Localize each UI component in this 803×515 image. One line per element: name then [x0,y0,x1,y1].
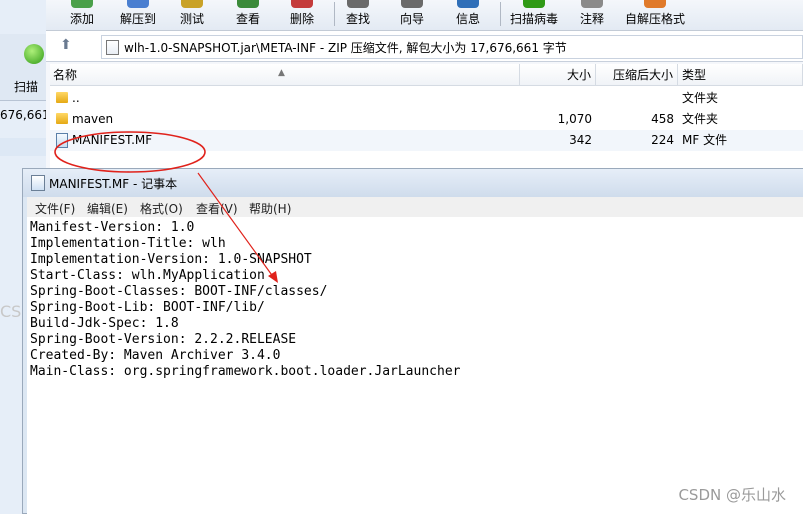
view-button[interactable]: 查看 [222,0,274,30]
comment-button[interactable]: 注释 [566,0,618,30]
menu-file[interactable]: 文件(F) [35,200,75,217]
extract-to-button[interactable]: 解压到 [112,0,164,30]
window-title: MANIFEST.MF - 记事本 [49,177,178,191]
extract-icon [127,0,149,8]
find-icon [347,0,369,8]
notepad-icon [31,175,45,191]
file-type: MF 文件 [682,133,728,147]
column-header-packed[interactable]: 压缩后大小 [596,64,678,86]
notepad-window: MANIFEST.MF - 记事本 文件(F) 编辑(E) 格式(O) 查看(V… [22,168,803,515]
file-name: maven [72,112,114,126]
menu-edit[interactable]: 编辑(E) [87,200,128,217]
file-size: 1,070 [557,112,592,126]
menu-help[interactable]: 帮助(H) [249,200,291,217]
file-name: MANIFEST.MF [72,133,153,147]
archive-file-icon [106,40,119,55]
notepad-title-bar[interactable]: MANIFEST.MF - 记事本 [23,169,803,197]
scan-virus-label: 扫描病毒 [509,12,558,26]
column-header-name-label: 名称 [53,68,78,82]
extract-to-label: 解压到 [119,12,156,26]
column-header-packed-label: 压缩后大小 [612,68,673,82]
wizard-icon [401,0,423,8]
file-type: 文件夹 [682,91,719,105]
delete-button[interactable]: 删除 [276,0,328,30]
list-item[interactable]: .. 文件夹 [50,88,803,109]
info-icon [457,0,479,8]
scan-virus-icon [523,0,545,8]
test-label: 测试 [179,12,204,26]
file-size: 342 [569,133,592,147]
sort-ascending-icon: ▲ [278,68,285,78]
info-label: 信息 [455,12,480,26]
toolbar-separator [500,2,501,26]
test-button[interactable]: 测试 [166,0,218,30]
view-icon [237,0,259,8]
wizard-button[interactable]: 向导 [386,0,438,30]
path-text: wlh-1.0-SNAPSHOT.jar\META-INF - ZIP 压缩文件… [124,41,567,55]
toolbar: 添加 解压到 测试 查看 删除 查找 向导 信息 扫描病毒 注释 自解压格式 [46,0,803,31]
wizard-label: 向导 [399,12,424,26]
folder-icon [56,113,68,124]
find-label: 查找 [345,12,370,26]
background-size-text: 676,661 [0,108,50,122]
comment-icon [581,0,603,8]
file-name: .. [72,91,80,105]
background-scan-label: 扫描 [14,80,39,94]
menu-bar: 文件(F) 编辑(E) 格式(O) 查看(V) 帮助(H) [27,197,803,218]
add-label: 添加 [69,12,94,26]
column-header-type[interactable]: 类型 [678,64,803,86]
sfx-label: 自解压格式 [624,12,685,26]
delete-label: 删除 [289,12,314,26]
delete-icon [291,0,313,8]
folder-icon [56,92,68,103]
test-icon [181,0,203,8]
sfx-icon [644,0,666,8]
menu-view[interactable]: 查看(V) [196,200,238,217]
find-button[interactable]: 查找 [332,0,384,30]
column-header-type-label: 类型 [682,68,707,82]
path-field[interactable]: wlh-1.0-SNAPSHOT.jar\META-INF - ZIP 压缩文件… [101,35,803,59]
background-watermark-fragment: CS [0,302,22,321]
scan-virus-button[interactable]: 扫描病毒 [504,0,564,30]
file-packed-size: 224 [651,133,674,147]
text-editor-area[interactable]: Manifest-Version: 1.0 Implementation-Tit… [27,217,803,515]
scan-virus-icon[interactable] [24,44,44,64]
background-list-row [0,138,46,156]
column-header-size-label: 大小 [566,68,591,82]
up-arrow-icon[interactable]: ⬆ [60,37,72,53]
watermark: CSDN @乐山水 [678,486,786,504]
file-type: 文件夹 [682,112,719,126]
view-label: 查看 [235,12,260,26]
list-item[interactable]: MANIFEST.MF 342 224 MF 文件 [50,130,803,151]
mf-file-icon [56,133,68,148]
manifest-text: Manifest-Version: 1.0 Implementation-Tit… [30,220,461,379]
column-header-name[interactable]: 名称 ▲ [50,64,520,86]
add-button[interactable]: 添加 [56,0,108,30]
file-list: 名称 ▲ 大小 压缩后大小 类型 .. 文件夹 maven 1,070 458 … [50,64,803,174]
sfx-button[interactable]: 自解压格式 [620,0,690,30]
add-icon [71,0,93,8]
column-header-size[interactable]: 大小 [520,64,596,86]
comment-label: 注释 [579,12,604,26]
info-button[interactable]: 信息 [442,0,494,30]
menu-format[interactable]: 格式(O) [140,200,183,217]
address-bar: ⬆ wlh-1.0-SNAPSHOT.jar\META-INF - ZIP 压缩… [46,31,803,62]
file-packed-size: 458 [651,112,674,126]
list-item[interactable]: maven 1,070 458 文件夹 [50,109,803,130]
